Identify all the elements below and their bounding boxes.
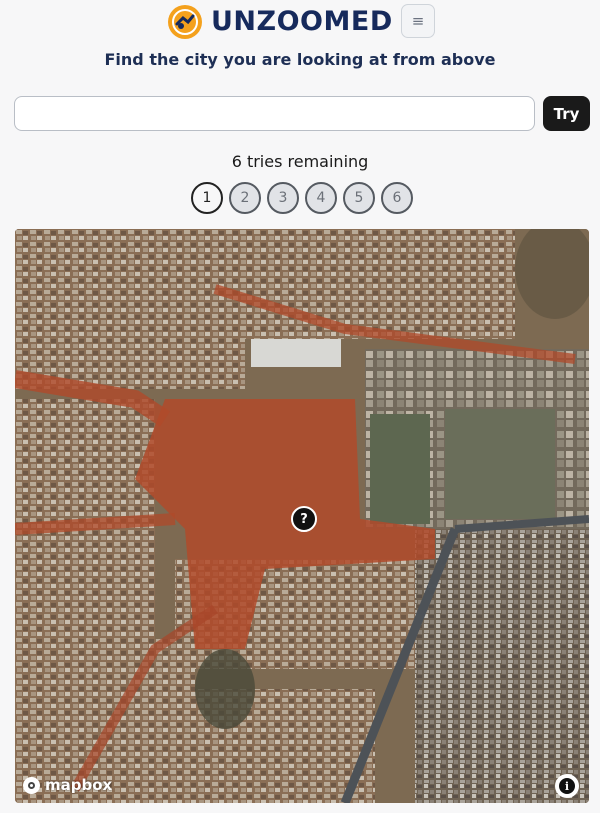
mapbox-label: mapbox: [45, 776, 113, 794]
app-header: UNZOOMED ≡: [0, 0, 600, 44]
mapbox-icon: [23, 776, 40, 794]
tagline: Find the city you are looking at from ab…: [104, 50, 496, 69]
menu-button[interactable]: ≡: [401, 4, 435, 38]
try-slot-1: 1: [191, 182, 223, 214]
app-title[interactable]: UNZOOMED: [211, 5, 393, 39]
try-slot-3: 3: [267, 182, 299, 214]
hamburger-icon: ≡: [411, 12, 425, 30]
try-slot-2: 2: [229, 182, 261, 214]
try-slot-4: 4: [305, 182, 337, 214]
city-guess-input[interactable]: [14, 96, 535, 131]
tries-indicator: 1 2 3 4 5 6: [0, 182, 600, 214]
hidden-location-marker-icon[interactable]: ?: [291, 506, 317, 532]
mapbox-logo[interactable]: mapbox: [23, 775, 112, 795]
try-button[interactable]: Try: [543, 96, 590, 131]
try-slot-6: 6: [381, 182, 413, 214]
tries-remaining-text: 6 tries remaining: [231, 152, 369, 171]
satellite-map[interactable]: ? mapbox i: [15, 229, 589, 803]
try-slot-5: 5: [343, 182, 375, 214]
app-logo-icon[interactable]: [167, 4, 203, 40]
info-icon: i: [559, 778, 575, 794]
map-info-button[interactable]: i: [555, 774, 579, 798]
